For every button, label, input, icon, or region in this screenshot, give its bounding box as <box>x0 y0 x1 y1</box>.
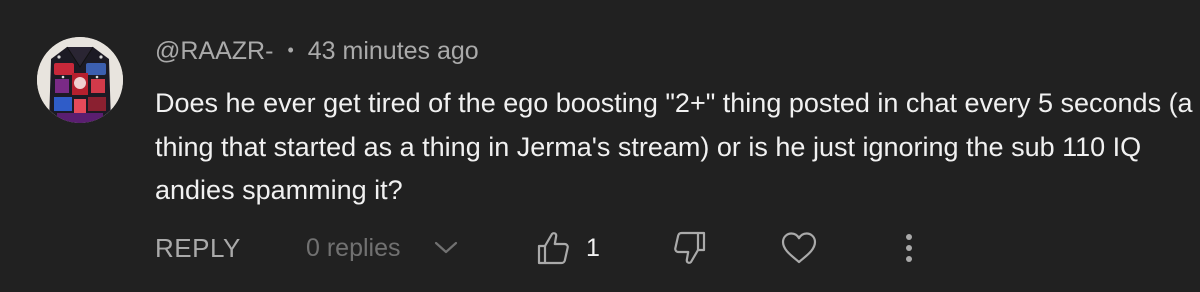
header-separator: • <box>287 40 294 60</box>
avatar[interactable] <box>37 37 123 123</box>
comment-item: @RAAZR- • 43 minutes ago Does he ever get … <box>0 0 1200 292</box>
comment-text-line: thing that started as a thing in Jerma's… <box>155 131 1142 162</box>
avatar-image <box>37 37 123 123</box>
comment-timestamp[interactable]: 43 minutes ago <box>308 37 479 65</box>
chevron-down-icon[interactable] <box>433 239 459 257</box>
reply-button[interactable]: REPLY <box>155 228 241 268</box>
comment-text-line: andies spamming it? <box>155 175 403 205</box>
thumbs-down-icon[interactable] <box>672 230 708 266</box>
heart-icon[interactable] <box>780 230 818 266</box>
comment-author[interactable]: @RAAZR- <box>155 37 273 65</box>
comment-header: @RAAZR- • 43 minutes ago <box>155 33 479 71</box>
comment-text: Does he ever get tired of the ego boosti… <box>155 82 1200 213</box>
like-count: 1 <box>586 234 600 262</box>
comment-text-line: Does he ever get tired of the ego boosti… <box>155 88 1193 118</box>
more-vertical-icon[interactable] <box>897 228 921 268</box>
thumbs-up-icon[interactable] <box>535 230 571 266</box>
comment-actions: REPLY 0 replies 1 <box>0 228 1200 268</box>
replies-toggle[interactable]: 0 replies <box>306 228 401 268</box>
